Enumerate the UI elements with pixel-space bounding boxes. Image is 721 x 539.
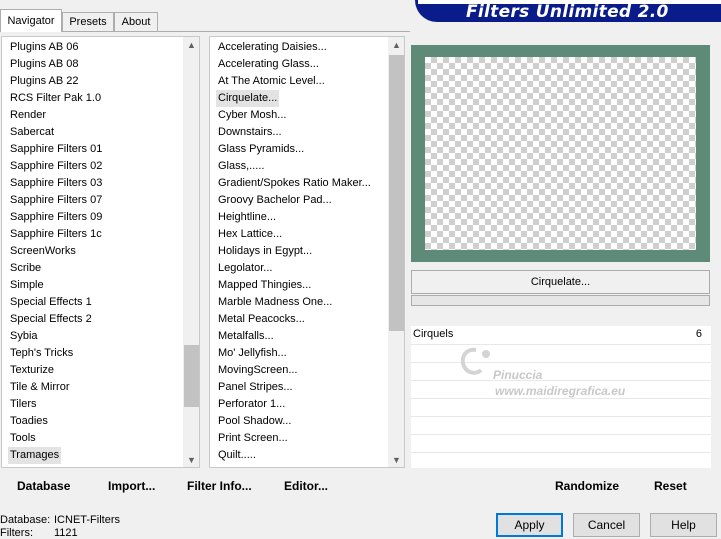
category-list-item[interactable]: Texturize [10,362,54,379]
filter-list-item[interactable]: Accelerating Glass... [218,56,319,73]
filter-list-item[interactable]: Quilt..... [218,447,256,464]
filter-list-item[interactable]: Cyber Mosh... [218,107,286,124]
filter-list-item[interactable]: Panel Stripes... [218,379,293,396]
cancel-button[interactable]: Cancel [573,513,640,537]
category-list-item[interactable]: Plugins AB 22 [10,73,79,90]
tab-navigator[interactable]: Navigator [0,9,62,32]
editor-button[interactable]: Editor... [284,479,328,493]
import-button[interactable]: Import... [108,479,155,493]
filter-list-item[interactable]: Groovy Bachelor Pad... [218,192,332,209]
category-list-item[interactable]: Sapphire Filters 07 [10,192,102,209]
randomize-button[interactable]: Randomize [555,479,619,493]
category-list-item[interactable]: Simple [10,277,44,294]
param-label-cirquels: Cirquels [413,328,454,340]
filter-list-item[interactable]: Legolator... [218,260,272,277]
category-scrollbar[interactable]: ▲ ▼ [183,37,199,467]
category-list-item[interactable]: Toadies [10,413,48,430]
category-list-item[interactable]: Tilers [10,396,36,413]
category-list-item[interactable]: Special Effects 1 [10,294,92,311]
filters-status-value: 1121 [54,527,78,539]
filter-list-item[interactable]: Gradient/Spokes Ratio Maker... [218,175,371,192]
category-list-item[interactable]: Plugins AB 06 [10,39,79,56]
filter-list-item[interactable]: Mapped Thingies... [218,277,311,294]
help-button[interactable]: Help [650,513,717,537]
param-divider [411,452,711,453]
tab-about[interactable]: About [114,12,158,31]
parameter-panel: Cirquels 6 Pinuccia www.maidiregrafica.e… [411,326,711,468]
filter-list-item[interactable]: Glass Pyramids... [218,141,304,158]
watermark-name: Pinuccia [493,368,543,382]
filter-list-item[interactable]: Heightline... [218,209,276,226]
filters-status-label: Filters: [0,527,33,539]
param-divider [411,416,711,417]
category-list-item[interactable]: ScreenWorks [10,243,76,260]
category-list-item[interactable]: Sabercat [10,124,54,141]
category-list-item[interactable]: Render [10,107,46,124]
database-status-value: ICNET-Filters [54,514,120,526]
filter-list-item[interactable]: Pool Shadow... [218,413,291,430]
scroll-down-arrow-icon[interactable]: ▼ [183,452,199,467]
category-list-item[interactable]: Tramages [8,447,62,464]
preview-frame [411,45,710,262]
filter-list-item[interactable]: Metalfalls... [218,328,274,345]
filter-info-button[interactable]: Filter Info... [187,479,252,493]
category-scroll-thumb[interactable] [184,345,199,407]
param-divider [411,398,711,399]
filter-list-item[interactable]: Hex Lattice... [218,226,282,243]
filter-list-item[interactable]: Print Screen... [218,430,288,447]
filter-list-item[interactable]: Holidays in Egypt... [218,243,312,260]
param-slider-cirquels[interactable]: 6 [455,328,702,341]
category-list-item[interactable]: Sapphire Filters 09 [10,209,102,226]
scroll-down-arrow-icon[interactable]: ▼ [388,452,404,467]
database-button[interactable]: Database [17,479,70,493]
filter-list-item[interactable]: Mo' Jellyfish... [218,345,287,362]
banner-title: Filters Unlimited 2.0 [466,2,669,22]
category-list-item[interactable]: Transparency [10,464,77,467]
category-list-item[interactable]: Tile & Mirror [10,379,69,396]
param-divider [411,434,711,435]
database-status-label: Database: [0,514,51,526]
filter-list-item[interactable]: Quilt 2... [218,464,259,467]
filter-list-item[interactable]: MovingScreen... [218,362,297,379]
filter-scrollbar[interactable]: ▲ ▼ [388,37,404,467]
category-list-item[interactable]: Sapphire Filters 02 [10,158,102,175]
category-list-item[interactable]: Plugins AB 08 [10,56,79,73]
preview-image [425,57,696,250]
category-list-item[interactable]: RCS Filter Pak 1.0 [10,90,101,107]
category-list-item[interactable]: Scribe [10,260,41,277]
category-list-item[interactable]: Teph's Tricks [10,345,73,362]
filter-list-item[interactable]: Accelerating Daisies... [218,39,327,56]
watermark-url: www.maidiregrafica.eu [495,384,626,398]
filter-scroll-thumb[interactable] [389,55,404,331]
category-list-item[interactable]: Tools [10,430,36,447]
tab-presets[interactable]: Presets [62,12,114,31]
filter-list[interactable]: Accelerating Daisies... Accelerating Glas… [209,36,405,468]
filter-list-item[interactable]: Marble Madness One... [218,294,332,311]
filter-name-display: Cirquelate... [411,270,710,294]
filter-list-item[interactable]: Perforator 1... [218,396,285,413]
scroll-up-arrow-icon[interactable]: ▲ [183,37,199,54]
param-value-cirquels: 6 [695,328,702,340]
reset-button[interactable]: Reset [654,479,687,493]
filter-list-item[interactable]: Cirquelate... [216,90,280,107]
filter-list-item[interactable]: Downstairs... [218,124,282,141]
apply-button[interactable]: Apply [496,513,563,537]
filter-list-item[interactable]: At The Atomic Level... [218,73,325,90]
filter-list-item[interactable]: Metal Peacocks... [218,311,305,328]
category-list-item[interactable]: Special Effects 2 [10,311,92,328]
category-list-item[interactable]: Sapphire Filters 1c [10,226,102,243]
filter-list-item[interactable]: Glass,..... [218,158,264,175]
filter-progress-bar [411,295,710,306]
category-list-item[interactable]: Sapphire Filters 03 [10,175,102,192]
category-list[interactable]: Plugins AB 06 Plugins AB 08 Plugins AB 22 R… [1,36,200,468]
category-list-item[interactable]: Sapphire Filters 01 [10,141,102,158]
category-list-item[interactable]: Sybia [10,328,38,345]
scroll-up-arrow-icon[interactable]: ▲ [388,37,404,54]
